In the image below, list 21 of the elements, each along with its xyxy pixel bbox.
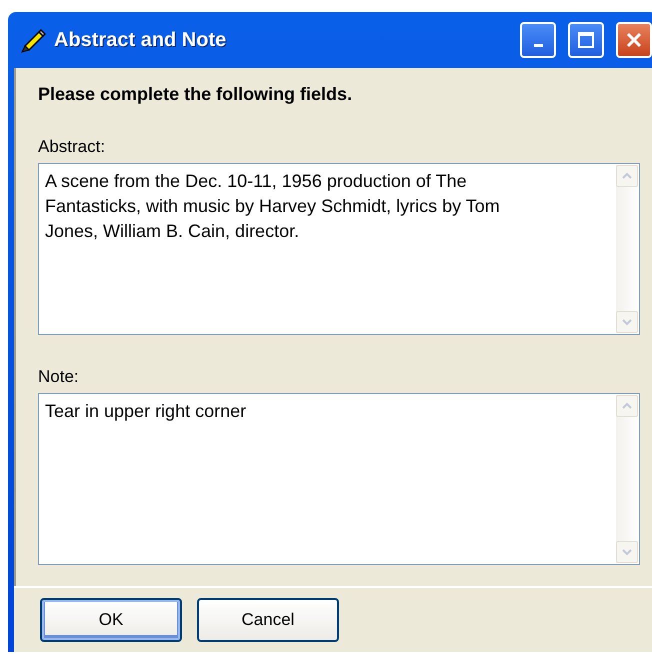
- dialog-button[interactable]: OK: [40, 598, 182, 642]
- scroll-up-icon[interactable]: [616, 165, 638, 187]
- pencil-icon: [20, 27, 46, 53]
- field-label: Abstract:: [38, 137, 106, 157]
- dialog-button[interactable]: Cancel: [197, 598, 339, 642]
- scrollbar[interactable]: [616, 395, 638, 563]
- close-icon: [625, 31, 643, 49]
- scrollbar[interactable]: [616, 165, 638, 333]
- scroll-down-icon[interactable]: [616, 311, 638, 333]
- close-button[interactable]: [616, 22, 652, 58]
- minimize-icon: [534, 44, 542, 46]
- window-title: Abstract and Note: [54, 28, 228, 52]
- instruction-text: Please complete the following fields.: [38, 84, 354, 105]
- scroll-up-icon[interactable]: [616, 395, 638, 417]
- scroll-down-icon[interactable]: [616, 541, 638, 563]
- text-area[interactable]: Tear in upper right corner: [38, 393, 640, 565]
- text-area[interactable]: A scene from the Dec. 10-11, 1956 production of The Fantasticks, with music by Harvey Schmidt, lyrics by Tom Jones, William B. Cain, director.: [38, 163, 640, 335]
- maximize-icon: [577, 31, 595, 49]
- field-label: Note:: [38, 367, 80, 387]
- maximize-button[interactable]: [568, 22, 604, 58]
- minimize-button[interactable]: [520, 22, 556, 58]
